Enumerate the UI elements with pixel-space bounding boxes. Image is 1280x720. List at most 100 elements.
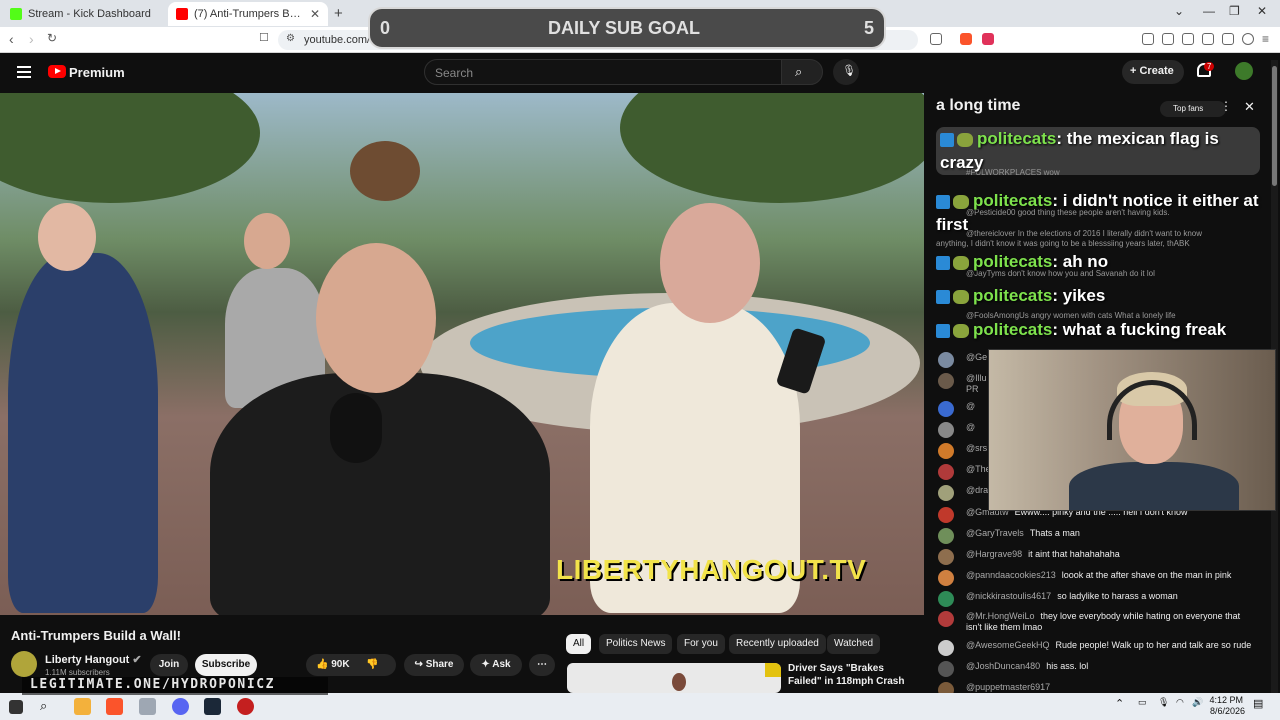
- cast-icon[interactable]: [930, 33, 942, 45]
- close-chat-icon[interactable]: ✕: [1244, 99, 1255, 115]
- network-icon[interactable]: ▭: [1138, 697, 1147, 708]
- forward-icon[interactable]: ›: [29, 31, 34, 47]
- tab-youtube-video[interactable]: (7) Anti-Trumpers Build a Wall! ✕: [168, 2, 328, 26]
- clock-time[interactable]: 4:12 PM: [1203, 695, 1243, 705]
- chip-watched[interactable]: Watched: [827, 634, 881, 654]
- chat-avatar[interactable]: [938, 373, 954, 389]
- recommended-thumbnail[interactable]: [567, 663, 781, 693]
- subscribe-button[interactable]: Subscribe: [195, 654, 257, 676]
- channel-name[interactable]: Liberty Hangout ✔: [45, 653, 142, 666]
- like-icon[interactable]: 👍: [316, 659, 331, 670]
- chat-author[interactable]: @panndaacookies213: [966, 570, 1056, 586]
- hamburger-menu-icon[interactable]: [17, 66, 31, 78]
- recommended-video-title[interactable]: Driver Says "Brakes Failed" in 118mph Cr…: [788, 662, 918, 688]
- chat-author[interactable]: @: [966, 422, 975, 438]
- restore-window-icon[interactable]: ❐: [1229, 4, 1240, 18]
- close-window-icon[interactable]: ✕: [1257, 4, 1267, 18]
- chat-author[interactable]: @JoshDuncan480: [966, 661, 1040, 677]
- obs-icon[interactable]: [237, 698, 254, 715]
- chat-avatar[interactable]: [938, 549, 954, 565]
- chat-author[interactable]: @GaryTravels: [966, 528, 1024, 544]
- wallet-icon[interactable]: [1202, 33, 1214, 45]
- dislike-icon[interactable]: 👎: [366, 659, 378, 670]
- chat-author[interactable]: @nickkirastoulis4617: [966, 591, 1051, 607]
- chip-for-you[interactable]: For you: [677, 634, 725, 654]
- chat-author[interactable]: @dra: [966, 485, 988, 501]
- voice-search-button[interactable]: 🎙: [833, 59, 859, 85]
- menu-icon[interactable]: ≡: [1262, 32, 1269, 46]
- close-tab-icon[interactable]: ✕: [310, 7, 320, 21]
- chat-avatar[interactable]: [938, 570, 954, 586]
- tab-kick-dashboard[interactable]: Stream - Kick Dashboard: [2, 2, 168, 26]
- brave-rewards-icon[interactable]: [982, 33, 994, 45]
- minimize-window-icon[interactable]: —: [1203, 4, 1215, 18]
- media-icon[interactable]: [1162, 33, 1174, 45]
- discord-icon[interactable]: [172, 698, 189, 715]
- chat-avatar[interactable]: [938, 352, 954, 368]
- chat-avatar[interactable]: [938, 401, 954, 417]
- like-count[interactable]: 90K: [331, 659, 349, 670]
- chat-avatar[interactable]: [938, 682, 954, 693]
- bookmark-icon[interactable]: ☐: [259, 31, 269, 44]
- search-taskbar-icon[interactable]: ⌕: [40, 698, 57, 715]
- chat-avatar[interactable]: [938, 443, 954, 459]
- chip-politics-news[interactable]: Politics News: [599, 634, 673, 654]
- app-icon[interactable]: [139, 698, 156, 715]
- more-actions-button[interactable]: ⋯: [529, 654, 555, 676]
- search-button[interactable]: ⌕: [781, 59, 823, 85]
- minimize-icon[interactable]: ⌄: [1174, 4, 1184, 18]
- chat-author[interactable]: @Ge: [966, 352, 987, 368]
- file-explorer-icon[interactable]: [74, 698, 91, 715]
- share-button[interactable]: ↪ Share: [404, 654, 464, 676]
- chat-avatar[interactable]: [938, 661, 954, 677]
- windows-start-icon[interactable]: [9, 700, 23, 714]
- chat-text: it aint that hahahahaha: [1028, 549, 1120, 559]
- microphone-tray-icon[interactable]: 🎙: [1158, 697, 1169, 708]
- chat-author[interactable]: @: [966, 401, 975, 417]
- steam-icon[interactable]: [204, 698, 221, 715]
- chat-avatar[interactable]: [938, 528, 954, 544]
- wifi-icon[interactable]: ◠: [1176, 697, 1184, 708]
- top-fans-selector[interactable]: Top fans: [1160, 101, 1226, 117]
- chat-avatar[interactable]: [938, 507, 954, 523]
- ask-button[interactable]: ✦ Ask: [470, 654, 522, 676]
- chat-menu-icon[interactable]: ⋮: [1220, 99, 1232, 113]
- join-button[interactable]: Join: [150, 654, 188, 676]
- chat-avatar[interactable]: [938, 640, 954, 656]
- chat-author[interactable]: @srs: [966, 443, 987, 459]
- search-input[interactable]: Search: [424, 59, 782, 85]
- site-info-icon[interactable]: ⚙: [286, 33, 295, 44]
- new-tab-button[interactable]: +: [334, 5, 343, 22]
- channel-avatar[interactable]: [11, 651, 37, 677]
- extensions-icon[interactable]: [1142, 33, 1154, 45]
- chat-author[interactable]: @The: [966, 464, 991, 480]
- tray-chevron-icon[interactable]: ⌃: [1115, 697, 1124, 710]
- clock-date[interactable]: 8/6/2026: [1201, 706, 1245, 716]
- brave-shield-icon[interactable]: [960, 33, 972, 45]
- chat-avatar[interactable]: [938, 422, 954, 438]
- leo-icon[interactable]: [1222, 33, 1234, 45]
- chip-all[interactable]: All: [566, 634, 592, 654]
- chat-scrollbar-thumb[interactable]: [1272, 66, 1277, 186]
- chat-avatar[interactable]: [938, 485, 954, 501]
- account-avatar[interactable]: [1235, 62, 1253, 80]
- brave-browser-icon[interactable]: [106, 698, 123, 715]
- chat-avatar[interactable]: [938, 611, 954, 627]
- vpn-icon[interactable]: [1242, 33, 1254, 45]
- sidebar-icon[interactable]: [1182, 33, 1194, 45]
- youtube-logo-icon[interactable]: [48, 65, 66, 78]
- overlay-chat-message: politecats: i didn't notice it either at…: [936, 189, 1270, 237]
- create-button[interactable]: + Create: [1122, 60, 1184, 84]
- notification-center-icon[interactable]: ▤: [1253, 697, 1263, 710]
- chat-author[interactable]: @puppetmaster6917: [966, 682, 1050, 693]
- back-icon[interactable]: ‹: [9, 31, 14, 47]
- chat-author[interactable]: @Hargrave98: [966, 549, 1022, 565]
- youtube-premium-label[interactable]: Premium: [69, 65, 125, 80]
- video-player[interactable]: LIBERTYHANGOUT.TV: [0, 93, 924, 615]
- chat-avatar[interactable]: [938, 591, 954, 607]
- chat-author[interactable]: @Mr.HongWeiLo: [966, 611, 1035, 621]
- chip-recently-uploaded[interactable]: Recently uploaded: [729, 634, 826, 654]
- chat-author[interactable]: @AwesomeGeekHQ: [966, 640, 1050, 656]
- reload-icon[interactable]: ↻: [47, 31, 57, 45]
- chat-avatar[interactable]: [938, 464, 954, 480]
